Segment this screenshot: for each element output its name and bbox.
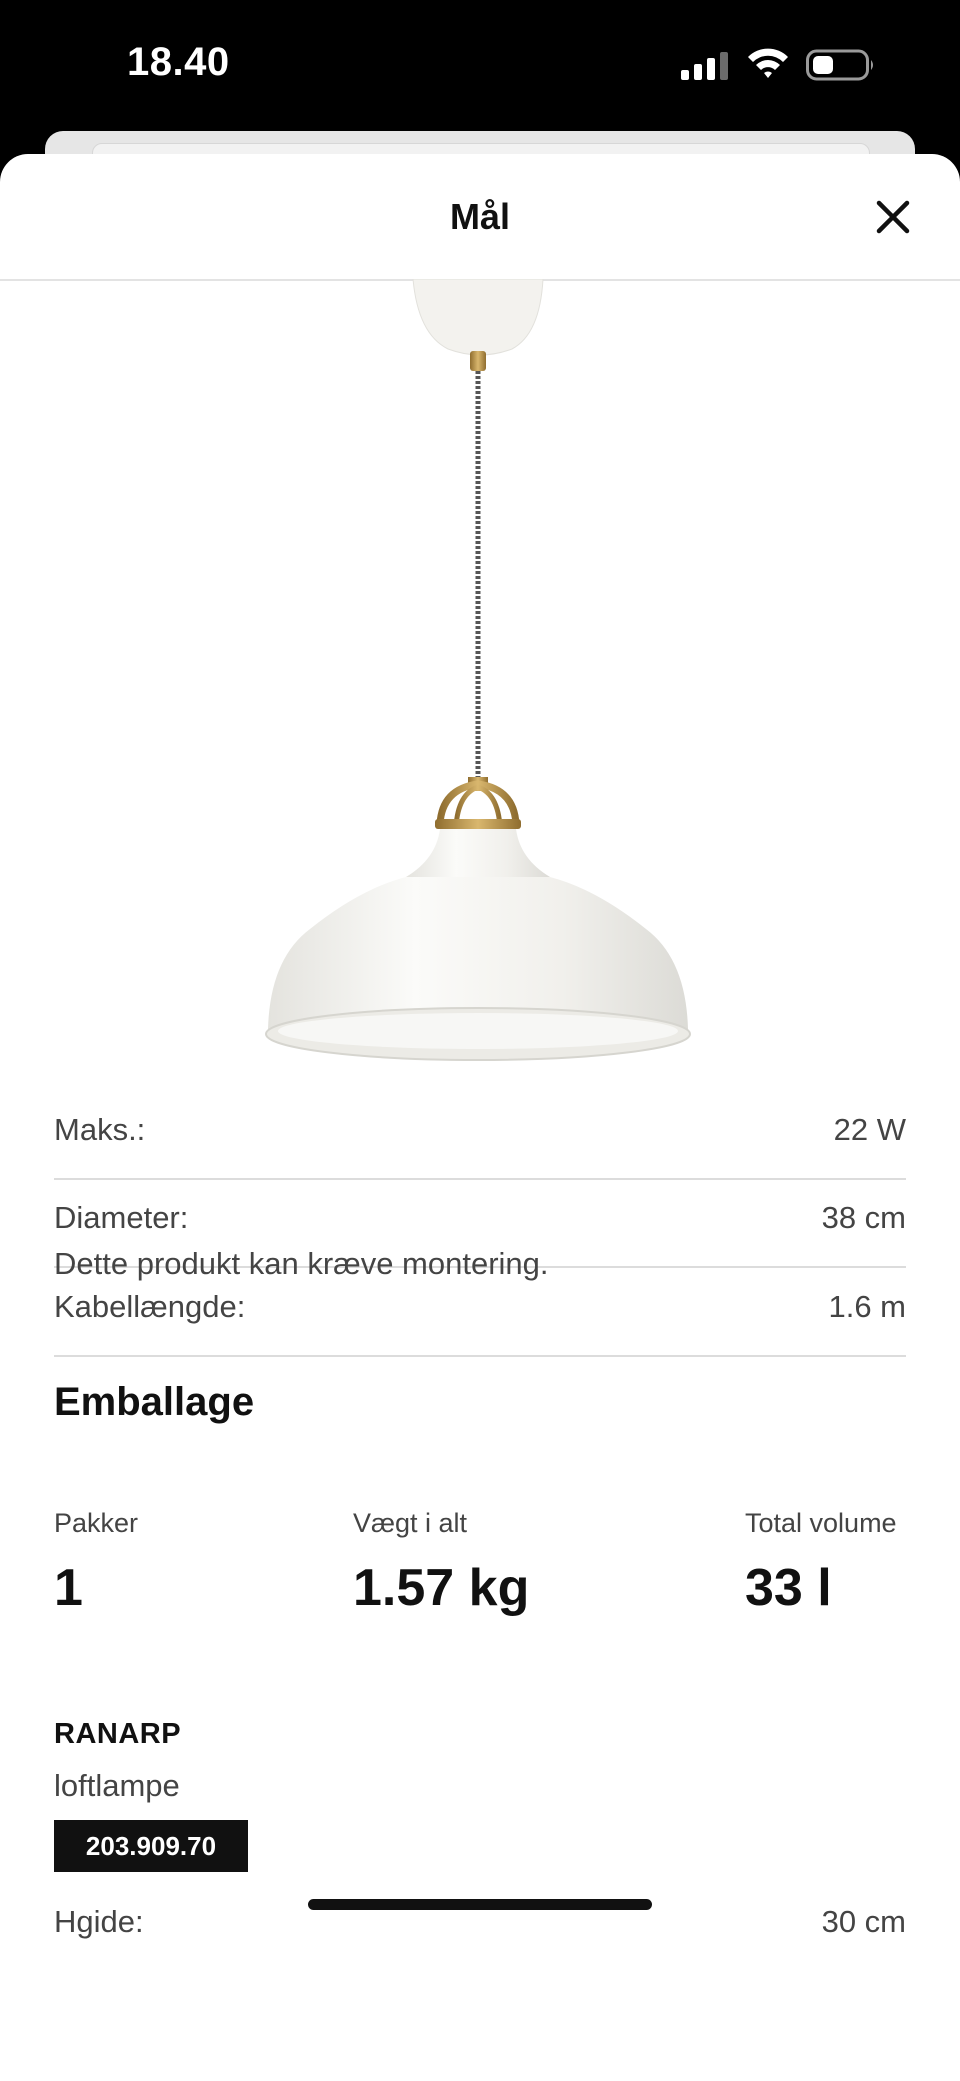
stat-label-volume: Total volume — [745, 1508, 897, 1538]
status-time: 18.40 — [127, 40, 230, 84]
close-icon[interactable] — [868, 192, 918, 242]
stat-value-weight: 1.57 kg — [353, 1559, 530, 1617]
stat-value-volume: 33 l — [745, 1559, 832, 1617]
spec-value: 22 W — [833, 1112, 906, 1147]
spec-label: Kabellængde: — [54, 1289, 246, 1324]
article-number-badge: 203.909.70 — [54, 1820, 248, 1872]
wifi-icon — [748, 48, 788, 78]
product-type: loftlampe — [54, 1768, 180, 1803]
home-indicator[interactable] — [308, 1899, 652, 1910]
spec-value: 38 cm — [821, 1200, 906, 1235]
spec-row-max: Maks.: 22 W — [54, 1090, 906, 1180]
product-name: RANARP — [54, 1718, 182, 1750]
packaging-title: Emballage — [54, 1380, 255, 1424]
partial-spec-label: Hgide: — [54, 1904, 144, 1939]
product-image — [265, 279, 691, 1061]
cellular-signal-icon — [681, 52, 728, 80]
spec-value: 1.6 m — [828, 1289, 906, 1324]
stat-label-packages: Pakker — [54, 1508, 139, 1538]
partial-spec-value: 30 cm — [821, 1904, 906, 1939]
spec-label: Maks.: — [54, 1112, 146, 1147]
modal-header: Mål — [0, 154, 960, 281]
spec-label: Diameter: — [54, 1200, 189, 1235]
modal-title: Mål — [449, 196, 510, 237]
assembly-note: Dette produkt kan kræve montering. — [54, 1246, 549, 1281]
stat-value-packages: 1 — [54, 1559, 83, 1617]
battery-icon — [806, 49, 873, 81]
stat-label-weight: Vægt i alt — [353, 1508, 468, 1538]
status-bar: 18.40 — [0, 0, 960, 130]
